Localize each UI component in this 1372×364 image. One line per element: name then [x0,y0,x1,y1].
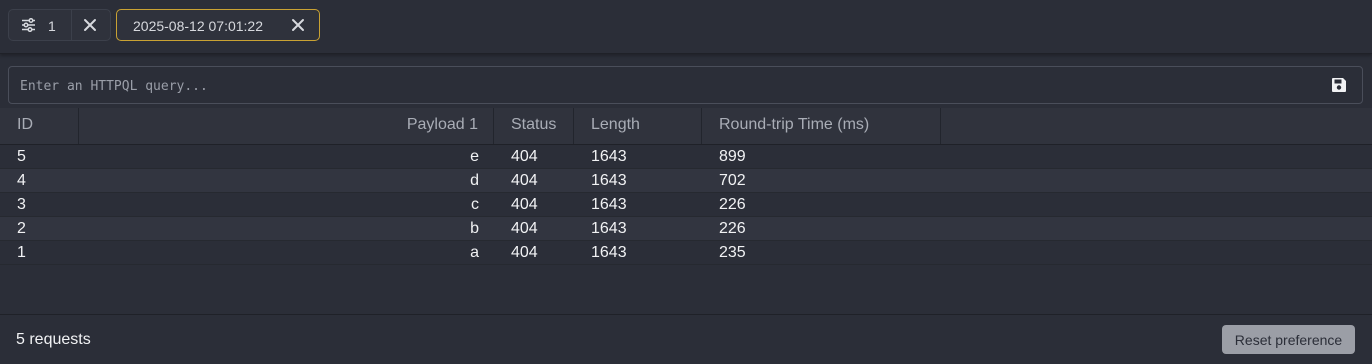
table-header: ID Payload 1 Status Length Round-trip Ti… [0,108,1372,145]
cell-id: 3 [17,196,26,213]
tab-session-active[interactable]: 2025-08-12 07:01:22 [116,9,320,41]
cell-length: 1643 [591,244,627,261]
tab-bar: 1 2025-08-12 07:01:22 [0,0,1372,54]
cell-rtt: 702 [719,172,746,189]
column-header-payload[interactable]: Payload 1 [79,108,478,144]
cell-status: 404 [511,244,538,261]
column-resize-handle[interactable] [701,108,702,144]
tab-divider [71,10,72,40]
table-row[interactable]: 3 c 404 1643 226 [0,193,1372,217]
column-resize-handle[interactable] [493,108,494,144]
close-icon[interactable] [83,18,97,32]
cell-payload: c [471,196,479,213]
tab-label: 1 [48,18,56,34]
table-row[interactable]: 2 b 404 1643 226 [0,217,1372,241]
cell-length: 1643 [591,220,627,237]
cell-status: 404 [511,220,538,237]
cell-id: 4 [17,172,26,189]
status-footer: 5 requests Reset preference [0,314,1372,364]
httpql-query-input[interactable] [18,75,1312,97]
sliders-icon [22,18,35,32]
column-header-length[interactable]: Length [591,108,640,144]
table-row[interactable]: 1 a 404 1643 235 [0,241,1372,265]
cell-length: 1643 [591,148,627,165]
cell-payload: a [470,244,479,261]
reset-preference-button[interactable]: Reset preference [1222,325,1355,354]
cell-rtt: 899 [719,148,746,165]
save-icon[interactable] [1331,77,1347,93]
table-row[interactable]: 5 e 404 1643 899 [0,145,1372,169]
cell-id: 2 [17,220,26,237]
cell-payload: d [470,172,479,189]
column-resize-handle[interactable] [573,108,574,144]
cell-rtt: 226 [719,196,746,213]
cell-id: 1 [17,244,26,261]
cell-length: 1643 [591,196,627,213]
cell-payload: e [470,148,479,165]
close-icon[interactable] [291,18,305,32]
column-header-rtt[interactable]: Round-trip Time (ms) [719,108,869,144]
column-resize-handle[interactable] [940,108,941,144]
cell-status: 404 [511,172,538,189]
column-header-status[interactable]: Status [511,108,556,144]
column-header-id[interactable]: ID [17,108,33,144]
tab-filter-1[interactable]: 1 [8,9,111,41]
cell-status: 404 [511,196,538,213]
cell-id: 5 [17,148,26,165]
table-body: 5 e 404 1643 899 4 d 404 1643 702 3 c 40… [0,145,1372,265]
cell-rtt: 235 [719,244,746,261]
cell-status: 404 [511,148,538,165]
cell-rtt: 226 [719,220,746,237]
request-count: 5 requests [16,331,91,348]
cell-payload: b [470,220,479,237]
cell-length: 1643 [591,172,627,189]
table-row[interactable]: 4 d 404 1643 702 [0,169,1372,193]
tab-label: 2025-08-12 07:01:22 [133,18,263,34]
httpql-query-bar [8,66,1363,104]
